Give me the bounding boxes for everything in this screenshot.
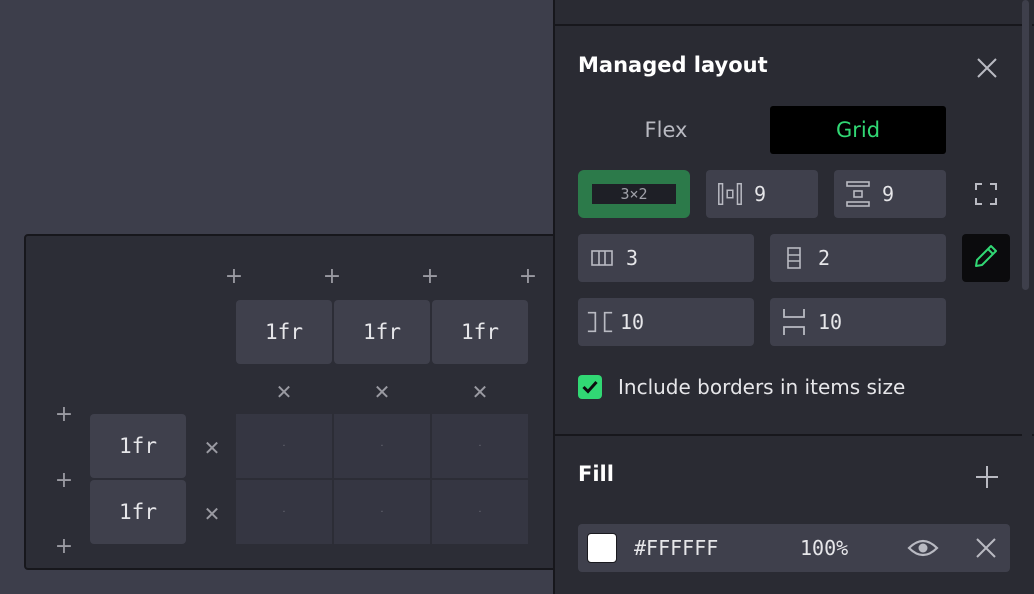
- pencil-icon: [973, 243, 999, 273]
- grid-preset-button[interactable]: 3×2: [578, 170, 690, 218]
- scrollbar-track[interactable]: [1022, 0, 1032, 594]
- row-track[interactable]: 1fr: [90, 480, 186, 544]
- layout-section-title: Managed layout: [578, 53, 768, 77]
- row-gap-value: 9: [882, 182, 895, 206]
- add-column-button[interactable]: +: [224, 266, 244, 288]
- tab-grid[interactable]: Grid: [770, 106, 946, 154]
- remove-column-button[interactable]: ✕: [372, 382, 392, 402]
- add-column-button[interactable]: +: [420, 266, 440, 288]
- fill-hex-value[interactable]: #FFFFFF: [634, 536, 718, 560]
- grid-cell[interactable]: ·: [236, 414, 332, 478]
- column-gap-icon: [716, 180, 744, 208]
- fill-section-title: Fill: [578, 462, 614, 486]
- fill-opacity-value[interactable]: 100%: [800, 536, 848, 560]
- fill-color-swatch[interactable]: [587, 533, 617, 563]
- grid-editor: + + + + 1fr 1fr 1fr ✕ ✕ ✕ + + + 1fr 1fr …: [24, 234, 564, 570]
- scrollbar-thumb[interactable]: [1022, 0, 1029, 290]
- vertical-padding-icon: [780, 308, 808, 336]
- rows-icon: [780, 244, 808, 272]
- include-borders-checkbox[interactable]: [578, 375, 602, 399]
- cell-dot: ·: [282, 506, 286, 518]
- columns-icon: [588, 244, 616, 272]
- cell-dot: ·: [478, 506, 482, 518]
- fullscreen-icon[interactable]: [972, 180, 1000, 208]
- grid-preset-label: 3×2: [592, 184, 676, 204]
- grid-cell[interactable]: ·: [334, 414, 430, 478]
- column-track[interactable]: 1fr: [334, 300, 430, 364]
- column-track[interactable]: 1fr: [236, 300, 332, 364]
- remove-row-button[interactable]: ✕: [202, 438, 222, 458]
- column-gap-value: 9: [754, 182, 767, 206]
- rows-count-field[interactable]: 2: [770, 234, 946, 282]
- fill-row: #FFFFFF 100%: [578, 524, 1010, 572]
- remove-row-button[interactable]: ✕: [202, 504, 222, 524]
- add-row-button[interactable]: +: [54, 470, 74, 492]
- grid-cell[interactable]: ·: [236, 480, 332, 544]
- include-borders-label: Include borders in items size: [618, 375, 906, 399]
- add-fill-icon[interactable]: [972, 462, 1002, 492]
- add-row-button[interactable]: +: [54, 404, 74, 426]
- add-column-button[interactable]: +: [322, 266, 342, 288]
- remove-fill-icon[interactable]: [974, 536, 998, 560]
- close-icon[interactable]: [972, 53, 1002, 83]
- cell-dot: ·: [478, 440, 482, 452]
- column-gap-field[interactable]: 9: [706, 170, 818, 218]
- vertical-padding-value: 10: [818, 310, 843, 334]
- columns-count-field[interactable]: 3: [578, 234, 754, 282]
- remove-column-button[interactable]: ✕: [470, 382, 490, 402]
- column-track[interactable]: 1fr: [432, 300, 528, 364]
- row-track[interactable]: 1fr: [90, 414, 186, 478]
- rows-count-value: 2: [818, 246, 831, 270]
- section-divider: [555, 434, 1034, 436]
- include-borders-row[interactable]: Include borders in items size: [578, 374, 905, 400]
- grid-cell[interactable]: ·: [432, 414, 528, 478]
- eye-icon[interactable]: [906, 533, 940, 563]
- remove-column-button[interactable]: ✕: [274, 382, 294, 402]
- add-column-button[interactable]: +: [518, 266, 538, 288]
- vertical-padding-field[interactable]: 10: [770, 298, 946, 346]
- cell-dot: ·: [282, 440, 286, 452]
- horizontal-padding-value: 10: [620, 310, 645, 334]
- cell-dot: ·: [380, 506, 384, 518]
- row-gap-field[interactable]: 9: [834, 170, 946, 218]
- row-gap-icon: [844, 180, 872, 208]
- section-divider: [555, 24, 1034, 26]
- tab-flex[interactable]: Flex: [578, 106, 754, 154]
- grid-cell[interactable]: ·: [334, 480, 430, 544]
- design-panel: [553, 0, 1034, 594]
- horizontal-padding-field[interactable]: 10: [578, 298, 754, 346]
- edit-grid-button[interactable]: [962, 234, 1010, 282]
- columns-count-value: 3: [626, 246, 639, 270]
- cell-dot: ·: [380, 440, 384, 452]
- horizontal-padding-icon: [586, 308, 614, 336]
- grid-cell[interactable]: ·: [432, 480, 528, 544]
- add-row-button[interactable]: +: [54, 536, 74, 558]
